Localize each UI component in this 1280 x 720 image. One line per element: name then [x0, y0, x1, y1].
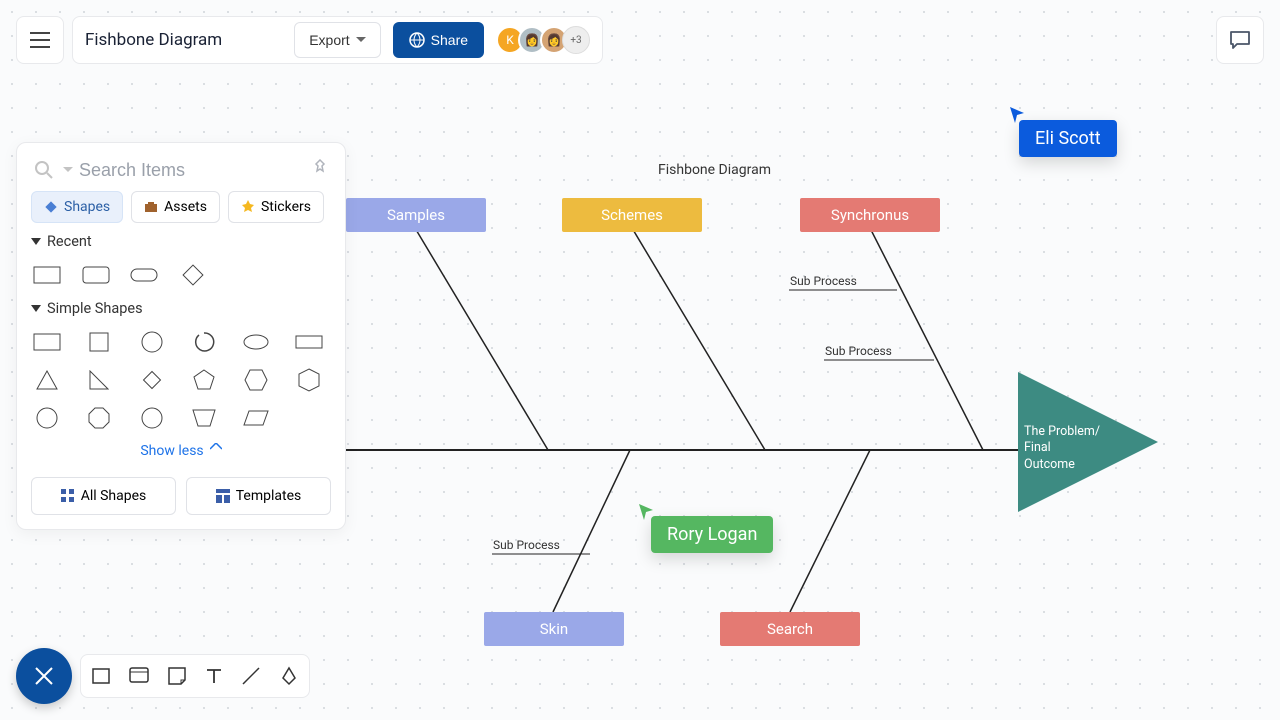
tool-sticky-note[interactable]: [167, 666, 187, 686]
shape-rectangle[interactable]: [33, 331, 61, 353]
document-title[interactable]: Fishbone Diagram: [85, 30, 282, 50]
avatar-more[interactable]: +3: [562, 26, 590, 54]
tool-line[interactable]: [241, 666, 261, 686]
search-input[interactable]: [79, 160, 311, 181]
sub-process-label-3: Sub Process: [493, 538, 560, 552]
shape-rounded-rectangle[interactable]: [82, 264, 110, 286]
cause-search[interactable]: Search: [720, 612, 860, 646]
tab-stickers[interactable]: Stickers: [228, 191, 324, 223]
templates-icon: [216, 489, 230, 503]
chevron-up-icon: [210, 443, 222, 451]
triangle-down-icon: [31, 238, 41, 246]
shape-triangle[interactable]: [33, 369, 61, 391]
search-icon: [33, 159, 55, 181]
section-simple-shapes[interactable]: Simple Shapes: [31, 300, 331, 317]
cursor-tag-rory: Rory Logan: [651, 516, 773, 553]
shapes-panel: Shapes Assets Stickers Recent Simple Sha…: [16, 142, 346, 530]
shape-square[interactable]: [85, 331, 113, 353]
share-label: Share: [431, 32, 468, 48]
hamburger-icon: [30, 32, 50, 48]
cause-synchronus[interactable]: Synchronus: [800, 198, 940, 232]
panel-tabs: Shapes Assets Stickers: [31, 191, 331, 223]
shape-octagon[interactable]: [85, 407, 113, 429]
chevron-down-icon: [63, 167, 73, 173]
show-less-toggle[interactable]: Show less: [31, 435, 331, 467]
shape-trapezoid[interactable]: [190, 407, 218, 429]
tool-text[interactable]: [205, 667, 223, 685]
templates-label: Templates: [236, 488, 302, 504]
tool-card[interactable]: [129, 667, 149, 685]
shape-empty: [295, 407, 323, 429]
diamond-icon: [44, 200, 58, 214]
tab-stickers-label: Stickers: [261, 199, 311, 215]
topbar: Fishbone Diagram Export Share K 👩 👩 +3: [16, 16, 603, 64]
shape-rectangle[interactable]: [33, 264, 61, 286]
cursor-tag-eli: Eli Scott: [1019, 120, 1117, 157]
shape-pentagon[interactable]: [190, 369, 218, 391]
shape-hexagon[interactable]: [242, 369, 270, 391]
tab-assets[interactable]: Assets: [131, 191, 220, 223]
shape-arc[interactable]: [190, 331, 218, 353]
export-button[interactable]: Export: [294, 22, 380, 58]
close-icon: [34, 666, 54, 686]
chevron-down-icon: [356, 37, 366, 43]
tool-strip: [80, 654, 310, 698]
shape-diamond[interactable]: [138, 369, 166, 391]
tab-assets-label: Assets: [164, 199, 207, 215]
templates-button[interactable]: Templates: [186, 477, 331, 515]
all-shapes-label: All Shapes: [81, 488, 147, 504]
briefcase-icon: [144, 200, 158, 214]
sub-process-label-2: Sub Process: [825, 344, 892, 358]
avatar-stack[interactable]: K 👩 👩 +3: [502, 26, 590, 54]
shape-right-triangle[interactable]: [85, 369, 113, 391]
shape-wide-rect[interactable]: [295, 331, 323, 353]
cause-samples[interactable]: Samples: [346, 198, 486, 232]
shape-diamond[interactable]: [179, 264, 207, 286]
shape-heptagon[interactable]: [33, 407, 61, 429]
shape-parallelogram[interactable]: [242, 407, 270, 429]
chat-bubble-icon: [1229, 30, 1251, 50]
tool-rectangle[interactable]: [91, 666, 111, 686]
show-less-label: Show less: [140, 443, 203, 459]
shape-nonagon[interactable]: [138, 407, 166, 429]
shape-ellipse[interactable]: [242, 331, 270, 353]
diagram-title: Fishbone Diagram: [658, 162, 771, 178]
shape-pill[interactable]: [130, 264, 158, 286]
section-recent[interactable]: Recent: [31, 233, 331, 250]
comments-button[interactable]: [1216, 16, 1264, 64]
tab-shapes-label: Shapes: [64, 199, 110, 215]
star-icon: [241, 200, 255, 214]
menu-button[interactable]: [16, 16, 64, 64]
globe-icon: [409, 32, 425, 48]
pin-icon[interactable]: [311, 159, 329, 181]
export-label: Export: [309, 32, 349, 48]
title-bar: Fishbone Diagram Export Share K 👩 👩 +3: [72, 16, 603, 64]
effect-label: The Problem/ Final Outcome: [1024, 424, 1104, 473]
cause-schemes[interactable]: Schemes: [562, 198, 702, 232]
grid-icon: [61, 489, 75, 503]
shape-circle[interactable]: [138, 331, 166, 353]
share-button[interactable]: Share: [393, 22, 484, 58]
sub-process-label-1: Sub Process: [790, 274, 857, 288]
section-recent-label: Recent: [47, 233, 92, 250]
section-simple-label: Simple Shapes: [47, 300, 143, 317]
tab-shapes[interactable]: Shapes: [31, 191, 123, 223]
triangle-down-icon: [31, 305, 41, 313]
cause-skin[interactable]: Skin: [484, 612, 624, 646]
all-shapes-button[interactable]: All Shapes: [31, 477, 176, 515]
tool-pen[interactable]: [279, 666, 299, 686]
shape-hexagon-v[interactable]: [295, 369, 323, 391]
close-panel-button[interactable]: [16, 648, 72, 704]
